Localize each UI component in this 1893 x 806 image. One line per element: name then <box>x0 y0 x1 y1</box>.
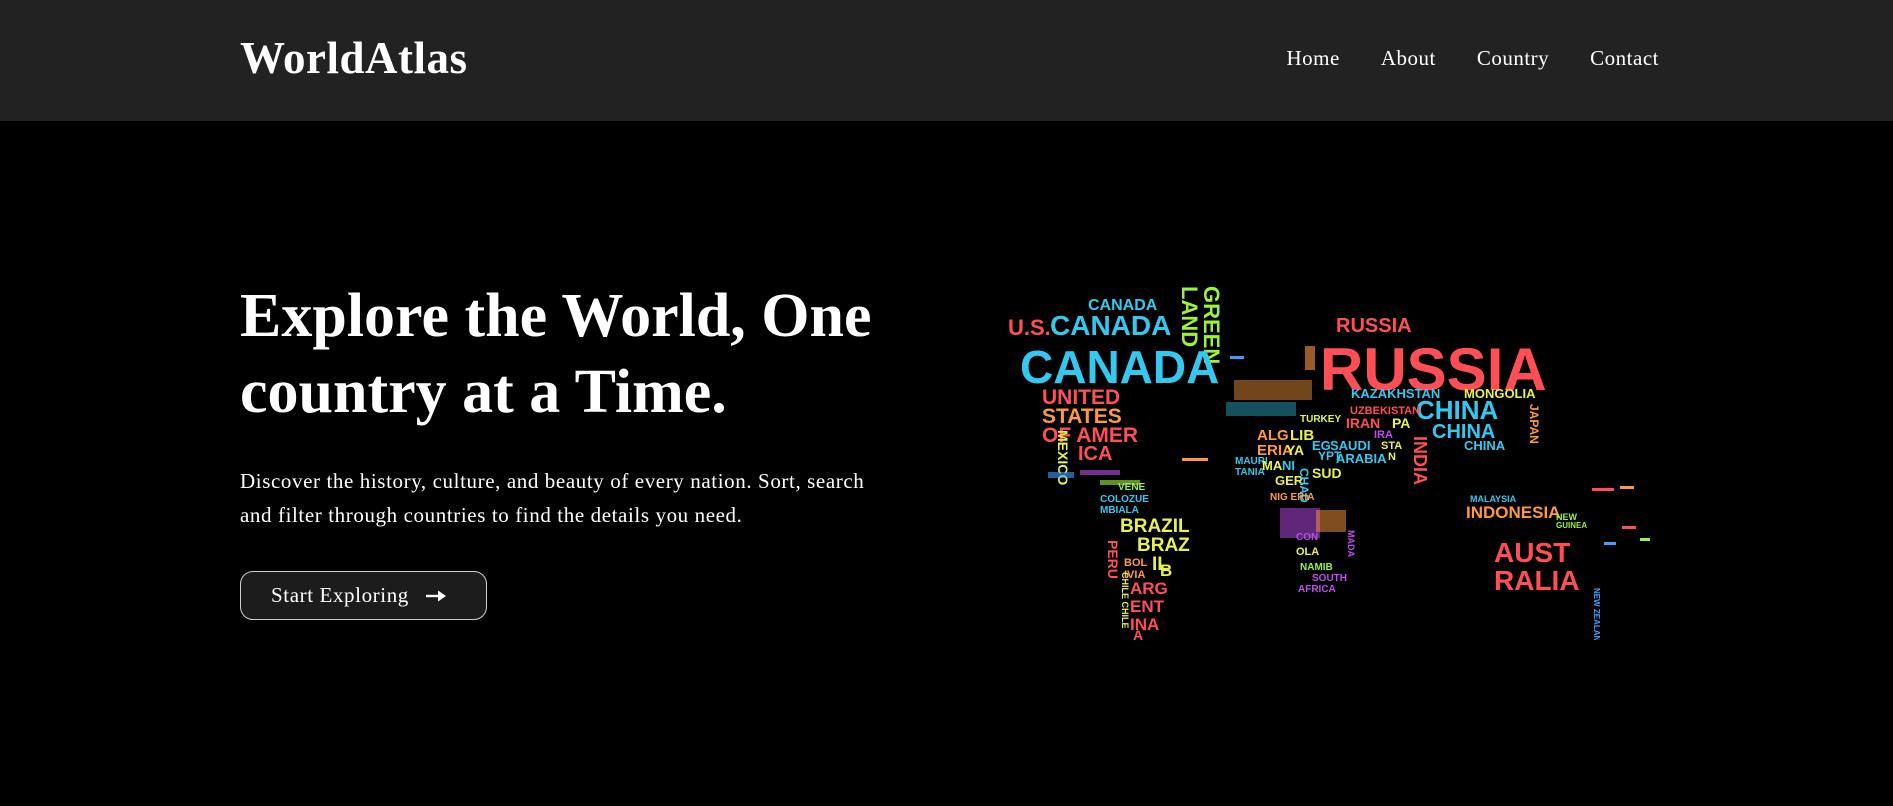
main-nav: Home About Country Contact <box>1287 44 1660 72</box>
nav-link-country[interactable]: Country <box>1477 44 1549 72</box>
start-exploring-label: Start Exploring <box>271 583 409 607</box>
nav-link-home[interactable]: Home <box>1287 44 1340 72</box>
map-label-india: INDIA <box>1410 436 1430 485</box>
svg-text:VENE: VENE <box>1118 482 1146 493</box>
map-label-australia: RALIA <box>1494 565 1580 596</box>
svg-text:N: N <box>1388 451 1396 463</box>
nav-link-about[interactable]: About <box>1381 44 1436 72</box>
map-label-brazil: BRAZIL <box>1120 516 1190 537</box>
svg-text:MA: MA <box>1262 458 1283 473</box>
svg-text:COLOZUE: COLOZUE <box>1100 494 1149 505</box>
svg-text:NI: NI <box>1282 458 1295 473</box>
svg-text:SOUTH: SOUTH <box>1312 573 1347 584</box>
svg-text:MADA: MADA <box>1346 530 1356 557</box>
arrow-right-icon <box>425 589 447 603</box>
map-label-us: U.S. <box>1008 315 1051 340</box>
start-exploring-button[interactable]: Start Exploring <box>240 571 487 620</box>
map-label-argentina: A <box>1133 627 1143 640</box>
svg-text:NEW ZEALAND: NEW ZEALAND <box>1592 588 1601 640</box>
svg-text:OLA: OLA <box>1296 546 1319 558</box>
svg-text:TANIA: TANIA <box>1235 467 1265 478</box>
site-logo[interactable]: WorldAtlas <box>240 30 468 86</box>
svg-text:MBIALA: MBIALA <box>1100 505 1139 516</box>
svg-text:NAMIB: NAMIB <box>1300 562 1333 573</box>
svg-text:CHILE CHILE: CHILE CHILE <box>1120 572 1130 629</box>
svg-text:YPT: YPT <box>1318 449 1342 463</box>
svg-text:PA: PA <box>1392 415 1410 431</box>
map-label-indonesia: INDONESIA <box>1466 503 1560 522</box>
svg-text:PERU: PERU <box>1105 540 1121 579</box>
svg-text:GUINEA: GUINEA <box>1556 521 1587 530</box>
map-label-australia: AUST <box>1494 537 1570 568</box>
svg-text:NIG ERIA: NIG ERIA <box>1270 492 1314 503</box>
map-label-brazil: BRAZ <box>1137 535 1190 556</box>
svg-text:BOL: BOL <box>1124 557 1148 569</box>
map-label-saudi-arabia: ARABIA <box>1336 451 1387 466</box>
map-label-argentina: ENT <box>1130 597 1165 616</box>
map-label-canada: CANADA <box>1050 310 1171 341</box>
svg-text:B: B <box>1160 561 1172 580</box>
map-label-south-africa: AFRICA <box>1298 584 1336 595</box>
map-label-sudan: SUD <box>1312 465 1342 481</box>
map-label-argentina: ARG <box>1130 579 1168 598</box>
hero-description: Discover the history, culture, and beaut… <box>240 469 865 527</box>
svg-text:YA: YA <box>1286 442 1304 458</box>
nav-link-contact[interactable]: Contact <box>1590 44 1659 72</box>
map-label-japan: JAPAN <box>1527 404 1541 444</box>
world-map-word-cloud: GREEN LAND CANADA U.S. CANADA CANADA UNI… <box>1008 286 1650 640</box>
map-label-turkey: TURKEY <box>1300 414 1341 425</box>
site-header: WorldAtlas Home About Country Contact <box>0 0 1893 121</box>
svg-text:CON: CON <box>1296 532 1318 543</box>
map-label-greenland: LAND <box>1177 286 1202 347</box>
svg-text:MALAYSIA: MALAYSIA <box>1470 494 1517 504</box>
hero-title: Explore the World, One country at a Time… <box>240 282 872 426</box>
map-label-usa: ICA <box>1078 443 1112 465</box>
map-label-china: CHINA <box>1464 438 1506 453</box>
map-label-russia: RUSSIA <box>1336 315 1412 337</box>
